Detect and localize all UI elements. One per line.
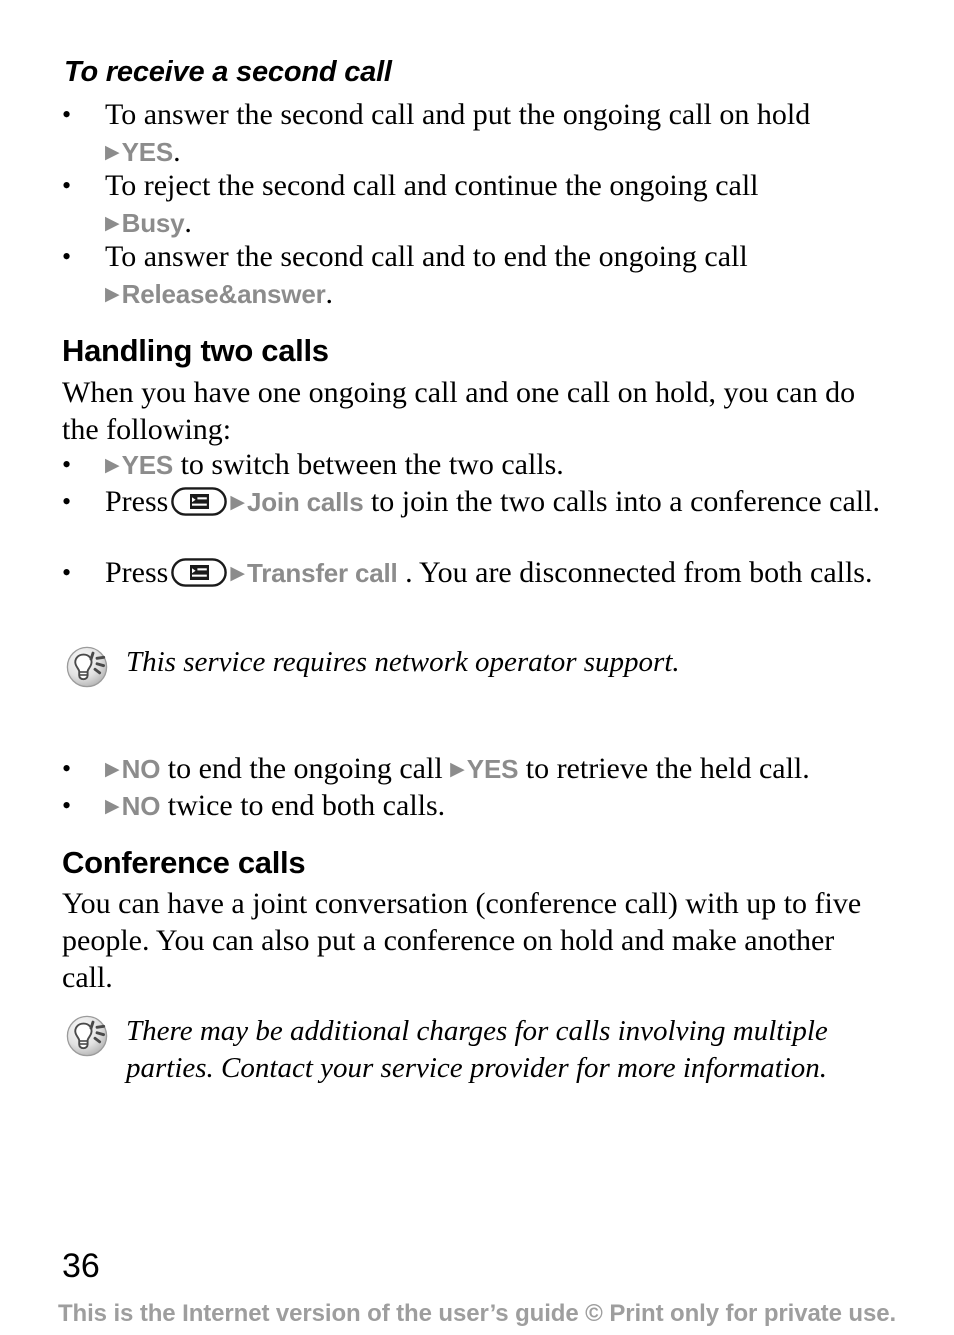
ui-command-label: YES xyxy=(466,754,519,784)
list-item: • To answer the second call and put the … xyxy=(62,96,897,171)
list-item-text: Press ▶Join calls to join the two calls … xyxy=(105,483,897,521)
arrow-icon: ▶ xyxy=(105,212,120,234)
section-heading-conference-calls: Conference calls xyxy=(62,845,306,880)
list-item-trail-text: to retrieve the held call. xyxy=(518,752,810,785)
list-item: • ▶NO to end the ongoing call ▶YES to re… xyxy=(62,750,897,788)
bullet-glyph: • xyxy=(62,100,72,129)
section-heading-receive-second-call: To receive a second call xyxy=(64,56,392,88)
section-intro-conference-calls: You can have a joint conversation (confe… xyxy=(62,887,862,994)
list-item-text: To answer the second call and to end the… xyxy=(105,238,897,313)
list-item-middle-text: to end the ongoing call xyxy=(160,752,451,785)
lightbulb-tip-icon xyxy=(66,1015,108,1057)
bullet-glyph: • xyxy=(62,791,72,820)
list-item-text: ▶NO twice to end both calls. xyxy=(105,787,897,825)
list-item: • Press ▶Transfer call . You are disconn… xyxy=(62,554,897,592)
bullet-glyph: • xyxy=(62,242,72,271)
list-item-text: Press ▶Transfer call . You are disconnec… xyxy=(105,554,897,592)
list-item-trail-text: . xyxy=(325,277,334,310)
list-item: • To answer the second call and to end t… xyxy=(62,238,897,313)
list-item-lead-text: To answer the second call and put the on… xyxy=(105,98,811,131)
note-text: This service requires network operator s… xyxy=(126,646,680,678)
list-item-text: To answer the second call and put the on… xyxy=(105,96,897,171)
ui-command-label: NO xyxy=(121,791,161,821)
list-item-text: To reject the second call and continue t… xyxy=(105,167,897,242)
ui-command-label: YES xyxy=(121,450,174,480)
ui-command-label: NO xyxy=(121,754,161,784)
bullet-glyph: • xyxy=(62,558,72,587)
press-label: Press xyxy=(105,485,169,518)
menu-key-icon xyxy=(171,487,228,516)
note-text: There may be additional charges for call… xyxy=(126,1015,828,1084)
arrow-icon: ▶ xyxy=(105,758,120,780)
list-item: • To reject the second call and continue… xyxy=(62,167,897,242)
press-label: Press xyxy=(105,556,169,589)
section-intro-handling-two-calls: When you have one ongoing call and one c… xyxy=(62,376,856,446)
ui-command-label: Transfer call xyxy=(246,558,398,588)
list-item: • ▶NO twice to end both calls. xyxy=(62,787,897,825)
bullet-glyph: • xyxy=(62,487,72,516)
list-item-trail-text: to join the two calls into a conference … xyxy=(363,485,880,518)
arrow-icon: ▶ xyxy=(105,454,120,476)
list-item-lead-text: To answer the second call and to end the… xyxy=(105,240,748,273)
note-block-network-operator: This service requires network operator s… xyxy=(66,644,896,688)
arrow-icon: ▶ xyxy=(105,141,120,163)
section-heading-handling-two-calls: Handling two calls xyxy=(62,333,329,368)
ui-command-label: YES xyxy=(121,137,174,167)
arrow-icon: ▶ xyxy=(230,562,245,584)
bullet-glyph: • xyxy=(62,171,72,200)
list-item-text: ▶YES to switch between the two calls. xyxy=(105,446,897,484)
list-item: • Press ▶Join calls to join the two call… xyxy=(62,483,897,521)
ui-command-label: Join calls xyxy=(246,487,364,517)
bullet-glyph: • xyxy=(62,754,72,783)
document-page: To receive a second call • To answer the… xyxy=(0,0,954,1335)
list-item-trail-text: . xyxy=(184,206,192,239)
ui-command-label: Busy xyxy=(121,208,185,238)
list-item-trail-text: . xyxy=(173,135,181,168)
menu-key-icon xyxy=(171,558,228,587)
page-number: 36 xyxy=(62,1247,100,1285)
arrow-icon: ▶ xyxy=(230,491,245,513)
list-item-lead-text: To reject the second call and continue t… xyxy=(105,169,759,202)
list-item-trail-text: . You are disconnected from both calls. xyxy=(397,556,873,589)
footer-note: This is the Internet version of the user… xyxy=(57,1300,897,1327)
list-item-trail-text: twice to end both calls. xyxy=(160,789,446,822)
arrow-icon: ▶ xyxy=(105,283,120,305)
ui-command-label: Release&answer xyxy=(121,279,326,309)
bullet-glyph: • xyxy=(62,450,72,479)
list-item-text: ▶NO to end the ongoing call ▶YES to retr… xyxy=(105,750,897,788)
arrow-icon: ▶ xyxy=(450,758,465,780)
list-item: • ▶YES to switch between the two calls. xyxy=(62,446,897,484)
note-block-additional-charges: There may be additional charges for call… xyxy=(66,1013,896,1087)
arrow-icon: ▶ xyxy=(105,795,120,817)
list-item-trail-text: to switch between the two calls. xyxy=(173,448,564,481)
lightbulb-tip-icon xyxy=(66,646,108,688)
